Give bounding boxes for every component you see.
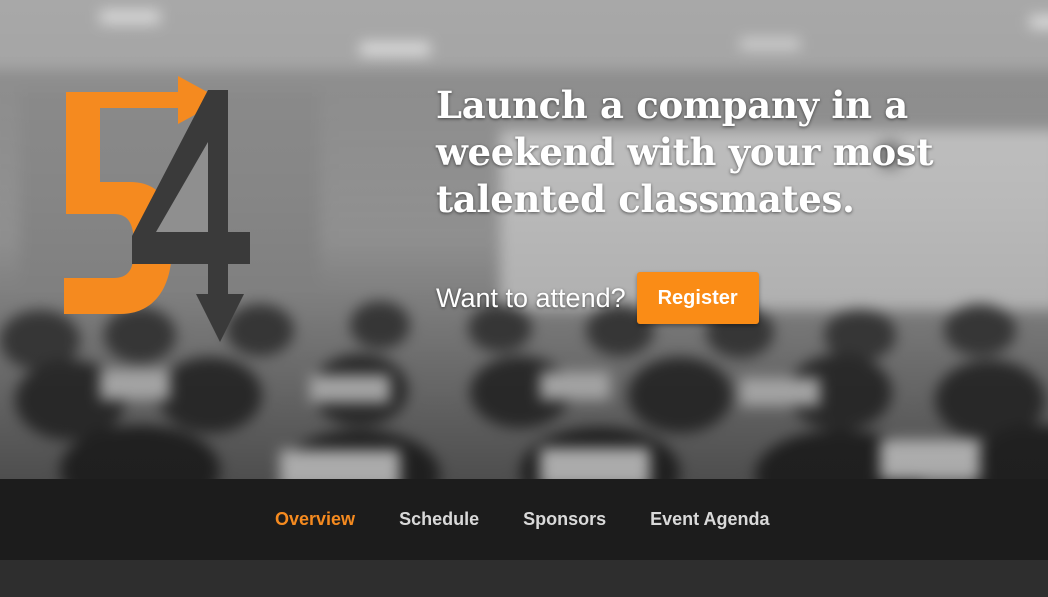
hero-section: Launch a company in a weekend with your … — [0, 0, 1048, 479]
nav-list: Overview Schedule Sponsors Event Agenda — [275, 479, 813, 560]
nav-item-event-agenda[interactable]: Event Agenda — [650, 509, 769, 530]
nav-item-sponsors[interactable]: Sponsors — [523, 509, 606, 530]
section-nav: Overview Schedule Sponsors Event Agenda — [0, 479, 1048, 560]
nav-item-schedule[interactable]: Schedule — [399, 509, 479, 530]
54-logo — [64, 76, 250, 342]
register-button[interactable]: Register — [636, 272, 759, 324]
nav-item-overview[interactable]: Overview — [275, 509, 355, 530]
cta-text: Want to attend? — [436, 282, 626, 313]
hero-headline: Launch a company in a weekend with your … — [436, 83, 934, 221]
content-area-top — [0, 560, 1048, 597]
cta-row: Want to attend? Register — [436, 272, 759, 324]
